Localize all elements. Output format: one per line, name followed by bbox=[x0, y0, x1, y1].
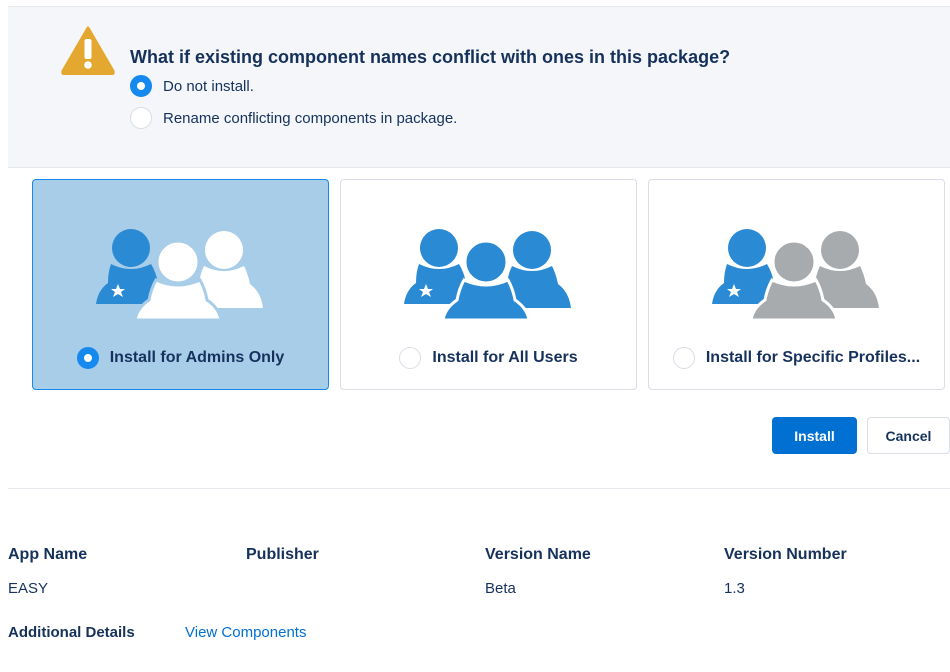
all-users-icon bbox=[404, 229, 571, 320]
install-option-admins-only[interactable]: Install for Admins Only bbox=[32, 179, 329, 390]
view-components-link[interactable]: View Components bbox=[185, 624, 306, 641]
radio-do-not-install[interactable]: Do not install. bbox=[130, 75, 254, 97]
version-name-header: Version Name bbox=[485, 546, 591, 563]
admin-users-icon bbox=[96, 229, 263, 320]
radio-button[interactable] bbox=[130, 107, 152, 129]
install-option-specific-profiles[interactable]: Install for Specific Profiles... bbox=[648, 179, 945, 390]
app-name-value: EASY bbox=[8, 580, 49, 597]
radio-button[interactable] bbox=[399, 347, 422, 369]
card-label: Install for All Users bbox=[341, 347, 636, 369]
radio-button[interactable] bbox=[672, 347, 695, 369]
conflict-panel: What if existing component names conflic… bbox=[8, 6, 950, 168]
install-option-all-users[interactable]: Install for All Users bbox=[340, 179, 637, 390]
card-label-text: Install for Admins Only bbox=[109, 349, 285, 366]
radio-label: Do not install. bbox=[163, 77, 254, 95]
card-label-text: Install for Specific Profiles... bbox=[705, 349, 921, 366]
card-label: Install for Specific Profiles... bbox=[649, 347, 944, 369]
radio-label: Rename conflicting components in package… bbox=[163, 109, 458, 127]
version-number-value: 1.3 bbox=[724, 580, 745, 597]
app-name-header: App Name bbox=[8, 546, 88, 563]
radio-button-checked[interactable] bbox=[76, 347, 99, 369]
card-label-text: Install for All Users bbox=[432, 349, 578, 366]
specific-profiles-icon bbox=[712, 229, 879, 320]
card-label: Install for Admins Only bbox=[33, 347, 328, 369]
radio-rename-conflicting[interactable]: Rename conflicting components in package… bbox=[130, 107, 457, 129]
install-button[interactable]: Install bbox=[772, 417, 857, 454]
warning-icon bbox=[61, 26, 115, 75]
radio-button-checked[interactable] bbox=[130, 75, 152, 97]
divider bbox=[8, 488, 950, 489]
version-number-header: Version Number bbox=[724, 546, 847, 563]
version-name-value: Beta bbox=[485, 580, 516, 597]
conflict-question: What if existing component names conflic… bbox=[130, 47, 731, 67]
additional-details-label: Additional Details bbox=[8, 624, 135, 641]
cancel-button[interactable]: Cancel bbox=[867, 417, 950, 454]
publisher-header: Publisher bbox=[246, 546, 319, 563]
